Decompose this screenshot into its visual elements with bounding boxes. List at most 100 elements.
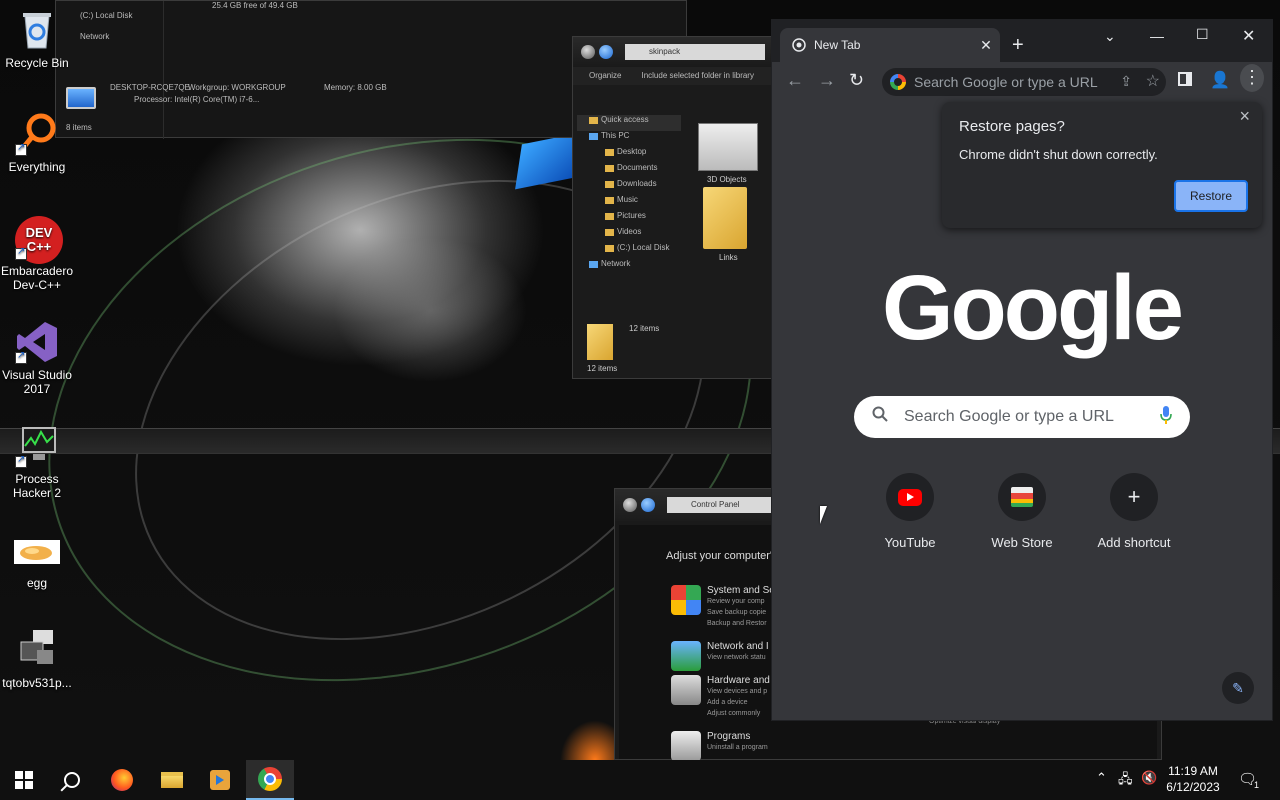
desktop-icon-label: tqtobv531p... <box>2 676 72 690</box>
cp-network[interactable]: Network and I View network statu <box>707 641 769 663</box>
shortcut-arrow-icon <box>15 246 27 260</box>
file-explorer-window[interactable]: skinpack Organize Include selected folde… <box>572 36 782 379</box>
shortcut-arrow-icon <box>15 454 27 468</box>
desktop-icon-label: Embarcadero Dev-C++ <box>0 264 74 292</box>
cp-link[interactable]: Review your comp <box>707 596 775 607</box>
shield-icon <box>671 585 701 615</box>
3d-objects-folder-icon[interactable] <box>698 123 758 171</box>
bookmark-star-icon[interactable]: ☆ <box>1146 71 1160 91</box>
back-orb-icon[interactable] <box>623 498 637 512</box>
cp-link[interactable]: Save backup copie <box>707 607 775 618</box>
google-logo: Google <box>882 257 1184 359</box>
ntp-search-placeholder[interactable]: Search Google or type a URL <box>904 408 1114 426</box>
desktop-icon-everything[interactable]: Everything <box>0 112 74 174</box>
cp-link[interactable]: Uninstall a program <box>707 742 768 753</box>
tab-new-tab[interactable]: New Tab ✕ <box>780 28 1000 62</box>
tab-search-chevron-icon[interactable]: ⌄ <box>1104 28 1116 45</box>
cp-link[interactable]: Add a device <box>707 697 770 708</box>
cp-system-security[interactable]: System and Se Review your comp Save back… <box>707 585 775 629</box>
forward-orb-icon[interactable] <box>599 45 613 59</box>
ntp-search-box[interactable]: Search Google or type a URL <box>854 396 1190 438</box>
printer-icon <box>671 675 701 705</box>
drive-free-space: 25.4 GB free of 49.4 GB <box>212 1 298 10</box>
side-panel-icon[interactable] <box>1178 72 1192 86</box>
recycle-bin-icon <box>15 8 59 52</box>
nav-desktop[interactable]: Desktop <box>577 147 681 163</box>
desktop-icon-tqtobv[interactable]: tqtobv531p... <box>0 628 74 690</box>
restore-button[interactable]: Restore <box>1174 180 1248 212</box>
cp-link[interactable]: View devices and p <box>707 686 770 697</box>
nav-quick-access[interactable]: Quick access <box>577 115 681 131</box>
cp-link[interactable]: View network statu <box>707 652 769 663</box>
links-folder-icon[interactable] <box>703 187 747 249</box>
start-icon <box>15 771 33 789</box>
minimize-icon[interactable]: — <box>1150 28 1164 44</box>
desktop-icon-process-hacker[interactable]: Process Hacker 2 <box>0 424 74 500</box>
start-button[interactable] <box>0 760 48 800</box>
microphone-icon[interactable] <box>1160 406 1172 424</box>
bubble-close-icon[interactable]: × <box>1239 106 1250 127</box>
nav-this-pc[interactable]: This PC <box>577 131 681 147</box>
cp-link[interactable]: Adjust commonly <box>707 708 770 719</box>
nav-documents[interactable]: Documents <box>577 163 681 179</box>
computer-name: DESKTOP-RCQE7QE <box>110 83 190 92</box>
nav-pictures[interactable]: Pictures <box>577 211 681 227</box>
omnibox[interactable]: Search Google or type a URL ⇪ ☆ <box>882 68 1166 96</box>
chrome-window[interactable]: New Tab ✕ + ⌄ — ☐ ✕ ← → ↻ Search Google … <box>772 20 1272 720</box>
nav-downloads[interactable]: Downloads <box>577 179 681 195</box>
new-tab-plus-icon[interactable]: + <box>1012 34 1024 57</box>
back-orb-icon[interactable] <box>581 45 595 59</box>
clock-date: 6/12/2023 <box>1166 780 1220 794</box>
volume-muted-icon[interactable]: 🔇 <box>1141 770 1157 786</box>
back-arrow-icon[interactable]: ← <box>786 70 804 91</box>
forward-arrow-icon[interactable]: → <box>818 70 836 91</box>
taskbar-search-button[interactable] <box>48 760 96 800</box>
shortcut-add[interactable]: + Add shortcut <box>1084 473 1184 550</box>
taskbar-firefox[interactable] <box>98 760 146 800</box>
taskbar-chrome[interactable] <box>246 760 294 800</box>
taskbar-file-explorer[interactable] <box>148 760 196 800</box>
nav-videos[interactable]: Videos <box>577 227 681 243</box>
desktop-icon-recycle-bin[interactable]: Recycle Bin <box>0 8 74 70</box>
explorer-address-bar[interactable]: skinpack <box>625 44 765 60</box>
cp-section-title[interactable]: System and Se <box>707 585 775 596</box>
cp-link[interactable]: Backup and Restor <box>707 618 775 629</box>
cp-hardware[interactable]: Hardware and View devices and p Add a de… <box>707 675 770 719</box>
nav-network[interactable]: Network <box>577 259 681 275</box>
include-library-button[interactable]: Include selected folder in library <box>641 71 754 85</box>
omnibox-placeholder[interactable]: Search Google or type a URL <box>914 74 1098 90</box>
profile-icon[interactable]: 👤 <box>1210 70 1230 90</box>
nav-local-disk[interactable]: (C:) Local Disk <box>80 11 132 20</box>
nav-music[interactable]: Music <box>577 195 681 211</box>
nav-local-disk[interactable]: (C:) Local Disk <box>577 243 681 259</box>
forward-orb-icon[interactable] <box>641 498 655 512</box>
organize-button[interactable]: Organize <box>589 71 621 85</box>
chrome-menu-icon[interactable]: ⋮ <box>1240 64 1264 92</box>
reload-icon[interactable]: ↻ <box>849 70 864 91</box>
cp-section-title[interactable]: Network and I <box>707 641 769 652</box>
cp-programs[interactable]: Programs Uninstall a program <box>707 731 768 753</box>
chrome-tab-icon <box>792 38 806 52</box>
cp-section-title[interactable]: Programs <box>707 731 750 742</box>
maximize-icon[interactable]: ☐ <box>1196 26 1209 43</box>
close-window-icon[interactable]: ✕ <box>1242 26 1255 46</box>
tab-close-icon[interactable]: ✕ <box>972 37 1000 54</box>
network-icon[interactable]: 🖧 <box>1118 770 1133 792</box>
file-label: Links <box>719 253 738 262</box>
taskbar-media-player[interactable] <box>196 760 244 800</box>
file-icon <box>15 628 59 672</box>
tab-title: New Tab <box>814 38 861 52</box>
show-hidden-icons-chevron-icon[interactable]: ⌃ <box>1096 770 1107 786</box>
desktop-icon-devcpp[interactable]: DEV C++ Embarcadero Dev-C++ <box>0 216 74 292</box>
desktop-icon-visual-studio[interactable]: Visual Studio 2017 <box>0 320 74 396</box>
shortcut-web-store[interactable]: Web Store <box>972 473 1072 550</box>
nav-network[interactable]: Network <box>80 32 109 41</box>
customize-pencil-icon[interactable]: ✎ <box>1222 672 1254 704</box>
cp-section-title[interactable]: Hardware and <box>707 675 770 686</box>
workgroup: Workgroup: WORKGROUP <box>188 83 286 92</box>
share-icon[interactable]: ⇪ <box>1120 73 1132 90</box>
system-clock[interactable]: 11:19 AM 6/12/2023 <box>1160 763 1226 795</box>
desktop-icon-egg[interactable]: egg <box>0 540 74 590</box>
search-icon <box>64 772 80 788</box>
shortcut-youtube[interactable]: YouTube <box>860 473 960 550</box>
